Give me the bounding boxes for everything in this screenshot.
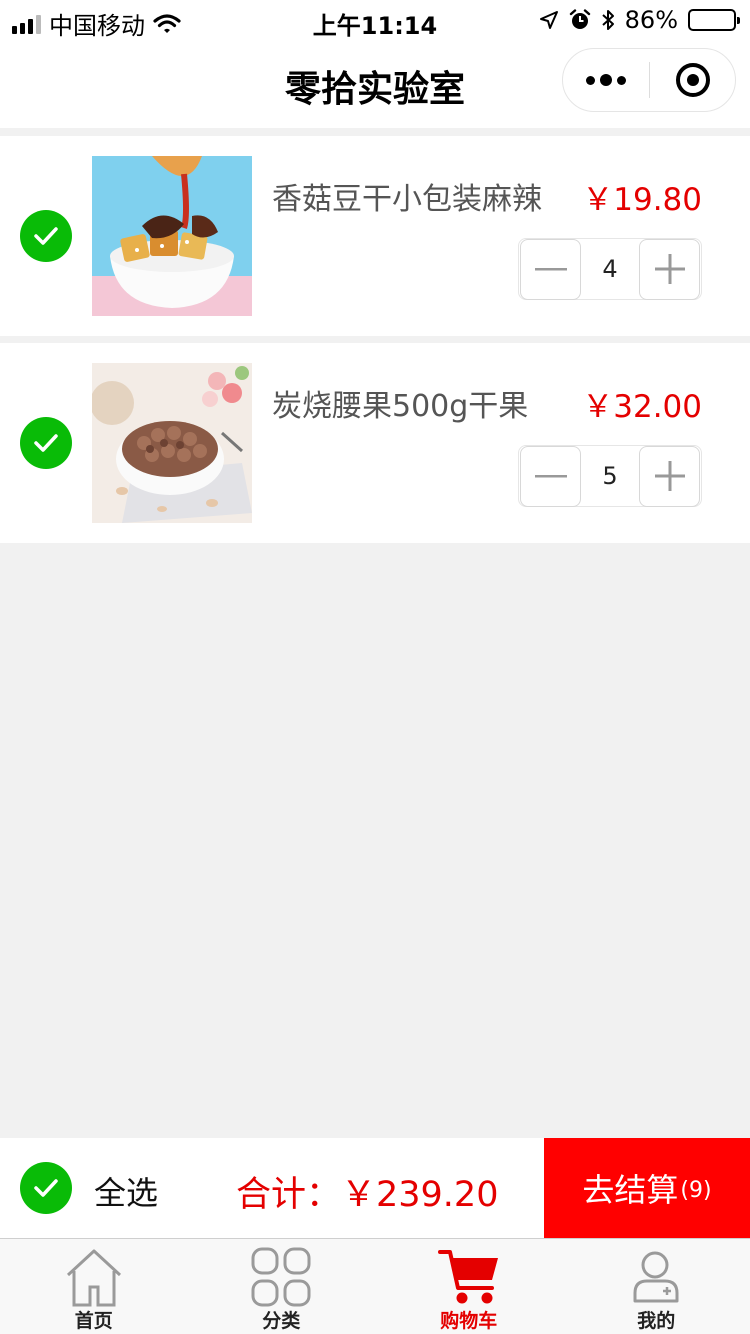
product-name[interactable]: 炭烧腰果500g干果 [272,381,528,425]
battery-percent: 86% [624,6,678,34]
tab-label: 分类 [262,1310,301,1332]
target-circle-icon [675,63,710,97]
product-image[interactable] [92,363,252,523]
navigation-bar: 零拾实验室 [0,42,750,128]
plus-icon [654,461,685,491]
more-dots-icon [586,75,595,85]
tab-home[interactable]: 首页 [0,1239,188,1334]
battery-icon [688,9,740,31]
tab-category[interactable]: 分类 [188,1239,376,1334]
profile-icon [633,1251,679,1303]
quantity-stepper: 4 [518,238,702,300]
increase-quantity-button[interactable] [639,445,700,507]
cart-icon [437,1250,498,1304]
item-checkbox[interactable] [20,417,72,469]
quantity-value[interactable]: 5 [581,462,639,490]
checkmark-icon [34,1179,58,1197]
checkmark-icon [34,227,58,245]
status-right: 86% [539,6,740,34]
status-bar: 中国移动 上午11:14 86% [0,0,750,42]
minus-icon [534,268,567,271]
quantity-value[interactable]: 4 [581,255,639,283]
more-menu-button[interactable] [563,49,649,111]
category-grid-icon [251,1247,311,1307]
checkout-bar: 全选 合计：￥239.20 去结算 (9) [0,1138,750,1238]
tab-label: 我的 [637,1310,676,1332]
alarm-clock-icon [569,9,590,29]
checkmark-icon [34,434,58,452]
product-name[interactable]: 香菇豆干小包装麻辣 [272,174,542,218]
bluetooth-icon [601,10,614,30]
home-icon [66,1249,121,1307]
quantity-stepper: 5 [518,445,702,507]
checkout-count: (9) [680,1177,712,1203]
minus-icon [534,475,567,478]
cart-item: 炭烧腰果500g干果 ￥32.00 5 [0,343,750,543]
dried-tofu-image [92,156,252,316]
tab-profile[interactable]: 我的 [563,1239,750,1334]
tab-bar: 首页 分类 购物车 我的 [0,1238,750,1334]
decrease-quantity-button[interactable] [520,238,581,300]
total-amount: 合计：￥239.20 [236,1175,499,1215]
select-all-checkbox[interactable] [20,1162,72,1214]
product-price: ￥32.00 [582,389,702,425]
product-price: ￥19.80 [582,182,702,218]
checkout-label: 去结算 [582,1171,679,1209]
cashew-nuts-image [92,363,252,523]
cart-item: 香菇豆干小包装麻辣 ￥19.80 4 [0,136,750,336]
tab-label: 购物车 [440,1310,498,1332]
decrease-quantity-button[interactable] [520,445,581,507]
more-dot [600,74,612,86]
select-all-label[interactable]: 全选 [94,1168,158,1214]
tab-cart[interactable]: 购物车 [375,1239,563,1334]
checkout-button[interactable]: 去结算 (9) [544,1138,750,1238]
item-checkbox[interactable] [20,210,72,262]
increase-quantity-button[interactable] [639,238,700,300]
more-dot [617,75,626,85]
miniprogram-capsule [562,48,736,112]
close-miniprogram-button[interactable] [650,49,735,111]
tab-label: 首页 [74,1310,113,1332]
location-arrow-icon [539,11,558,29]
product-image[interactable] [92,156,252,316]
plus-icon [654,254,685,284]
